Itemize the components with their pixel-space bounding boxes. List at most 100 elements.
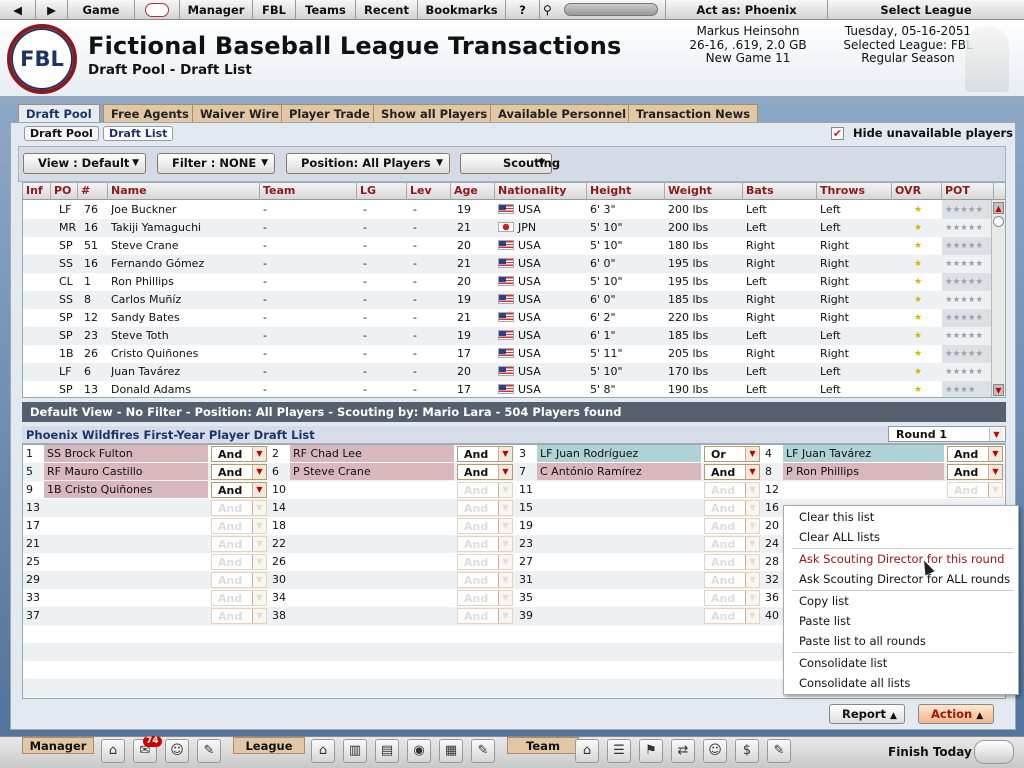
table-row[interactable]: SP 23 Steve Toth - - - 19 USA 6' 1" 185 lbs Left Le… xyxy=(23,327,993,345)
and-or-dropdown[interactable]: And ▼ xyxy=(704,572,760,588)
column-header[interactable]: Weight xyxy=(665,183,743,200)
table-row[interactable]: SS 16 Fernando Gómez - - - 21 USA 6' 0" 195 lbs Ri… xyxy=(23,255,993,273)
and-or-dropdown[interactable]: And ▼ xyxy=(457,608,513,624)
menu-game[interactable]: Game xyxy=(68,0,135,20)
column-header[interactable]: Throws xyxy=(817,183,892,200)
table-row[interactable]: LF 76 Joe Buckner - - - 19 USA 6' 3" 200 lbs Left L… xyxy=(23,201,993,219)
and-or-dropdown[interactable]: Or ▼ xyxy=(704,446,760,462)
and-or-dropdown[interactable]: And ▼ xyxy=(457,518,513,534)
league-home-icon[interactable]: ⌂ xyxy=(311,739,335,763)
and-or-dropdown[interactable]: And ▼ xyxy=(457,590,513,606)
manager-info[interactable]: Markus Heinsohn 26-16, .619, 2.0 GB New … xyxy=(673,24,823,66)
menu-item-copy-list[interactable]: Copy list xyxy=(799,594,849,608)
position-dropdown[interactable]: Position: All Players ▼ xyxy=(286,153,450,174)
and-or-dropdown[interactable]: And ▼ xyxy=(457,572,513,588)
draft-slot[interactable]: 27 And ▼ xyxy=(516,553,762,571)
draft-slot-player[interactable]: 1B Cristo Quiñones xyxy=(44,481,208,498)
filter-dropdown[interactable]: Filter : NONE ▼ xyxy=(157,153,275,174)
column-header[interactable]: Team xyxy=(260,183,357,200)
draft-slot-player[interactable]: P Steve Crane xyxy=(290,463,454,480)
draft-slot[interactable]: 26 And ▼ xyxy=(269,553,515,571)
report-button[interactable]: Report ▲ xyxy=(829,704,905,724)
depth-chart-icon[interactable]: ⚑ xyxy=(639,739,663,763)
draft-slot[interactable]: 9 1B Cristo Quiñones And ▼ xyxy=(23,481,269,499)
and-or-dropdown[interactable]: And ▼ xyxy=(704,500,760,516)
and-or-dropdown[interactable]: And ▼ xyxy=(211,482,267,498)
and-or-dropdown[interactable]: And ▼ xyxy=(947,464,1003,480)
tools-icon[interactable]: ✎ xyxy=(471,739,495,763)
column-header[interactable]: # xyxy=(78,183,108,200)
hide-unavailable-checkbox[interactable]: ✔ xyxy=(831,127,844,140)
draft-slot[interactable]: 22 And ▼ xyxy=(269,535,515,553)
table-scrollbar[interactable]: ▲ ▼ xyxy=(991,200,1005,397)
draft-slot[interactable]: 11 And ▼ xyxy=(516,481,762,499)
table-row[interactable]: SP 51 Steve Crane - - - 20 USA 5' 10" 180 lbs Righ… xyxy=(23,237,993,255)
menu-fbl[interactable]: FBL xyxy=(253,0,296,20)
draft-slot-player[interactable]: LF Juan Rodríguez xyxy=(537,445,701,462)
round-dropdown[interactable]: Round 1 ▼ xyxy=(888,426,1006,442)
menu-item-clear-list[interactable]: Clear this list xyxy=(799,510,874,524)
menu-bookmarks[interactable]: Bookmarks xyxy=(418,0,506,20)
column-header[interactable]: Height xyxy=(587,183,665,200)
team-home-icon[interactable]: ⌂ xyxy=(575,739,599,763)
scroll-down-icon[interactable]: ▼ xyxy=(993,384,1004,396)
baseball-icon[interactable]: ◉ xyxy=(407,739,431,763)
draft-slot[interactable]: 18 And ▼ xyxy=(269,517,515,535)
and-or-dropdown[interactable]: And ▼ xyxy=(211,500,267,516)
draft-slot[interactable]: 23 And ▼ xyxy=(516,535,762,553)
and-or-dropdown[interactable]: And ▼ xyxy=(211,590,267,606)
menu-manager[interactable]: Manager xyxy=(180,0,253,20)
table-row[interactable]: CL 1 Ron Phillips - - - 20 USA 5' 10" 195 lbs Left… xyxy=(23,273,993,291)
column-header[interactable]: Name xyxy=(108,183,260,200)
draft-slot-player[interactable]: C António Ramírez xyxy=(537,463,701,480)
draft-slot[interactable]: 2 RF Chad Lee And ▼ xyxy=(269,445,515,463)
draft-slot[interactable]: 33 And ▼ xyxy=(23,589,269,607)
transactions-icon[interactable]: ⇄ xyxy=(671,739,695,763)
tab-free-agents[interactable]: Free Agents xyxy=(103,104,197,124)
menu-item-paste-list[interactable]: Paste list xyxy=(799,614,851,628)
column-header[interactable]: Nationality xyxy=(495,183,587,200)
and-or-dropdown[interactable]: And ▼ xyxy=(211,572,267,588)
menu-item-ask-director-round[interactable]: Ask Scouting Director for this round xyxy=(799,552,1004,566)
menu-item-clear-all-lists[interactable]: Clear ALL lists xyxy=(799,530,880,544)
draft-slot[interactable]: 29 And ▼ xyxy=(23,571,269,589)
draft-slot[interactable]: 31 And ▼ xyxy=(516,571,762,589)
view-dropdown[interactable]: View : Default ▼ xyxy=(23,153,146,174)
draft-slot-player[interactable]: RF Chad Lee xyxy=(290,445,454,462)
tools-icon[interactable]: ✎ xyxy=(767,739,791,763)
draft-slot-player[interactable]: LF Juan Taváre​z xyxy=(783,445,944,462)
manager-home-icon[interactable]: ⌂ xyxy=(101,739,125,763)
menu-item-consolidate-all[interactable]: Consolidate all lists xyxy=(799,676,910,690)
roster-icon[interactable]: ☰ xyxy=(607,739,631,763)
menu-item-consolidate-list[interactable]: Consolidate list xyxy=(799,656,887,670)
draft-slot[interactable]: 19 And ▼ xyxy=(516,517,762,535)
and-or-dropdown[interactable]: And ▼ xyxy=(704,536,760,552)
menu-teams[interactable]: Teams xyxy=(296,0,356,20)
scouting-dropdown[interactable]: Scouting ▼ xyxy=(460,153,560,174)
news-icon[interactable]: ▤ xyxy=(375,739,399,763)
column-header[interactable]: POT xyxy=(942,183,994,200)
draft-slot[interactable]: 6 P Steve Crane And ▼ xyxy=(269,463,515,481)
select-league-menu[interactable]: Select League xyxy=(828,0,1024,20)
tab-waiver-wire[interactable]: Waiver Wire xyxy=(192,104,288,124)
and-or-dropdown[interactable]: And ▼ xyxy=(704,518,760,534)
and-or-dropdown[interactable]: And ▼ xyxy=(211,608,267,624)
draft-slot[interactable]: 15 And ▼ xyxy=(516,499,762,517)
draft-slot-player[interactable]: P Ron Phillips xyxy=(783,463,944,480)
and-or-dropdown[interactable]: And ▼ xyxy=(211,536,267,552)
menu-recent[interactable]: Recent xyxy=(356,0,418,20)
and-or-dropdown[interactable]: And ▼ xyxy=(457,446,513,462)
table-row[interactable]: SS 8 Carlos Muñíz - - - 19 USA 6' 0" 185 lbs Right… xyxy=(23,291,993,309)
finances-icon[interactable]: $ xyxy=(735,739,759,763)
draft-slot[interactable]: 37 And ▼ xyxy=(23,607,269,625)
draft-slot[interactable]: 12 And ▼ xyxy=(762,481,1005,499)
and-or-dropdown[interactable]: And ▼ xyxy=(947,446,1003,462)
draft-slot[interactable]: 7 C António Ramírez And ▼ xyxy=(516,463,762,481)
table-row[interactable]: SP 13 Donald Adams - - - 17 USA 5' 8" 190 lbs Left… xyxy=(23,381,993,397)
column-header[interactable]: Lev xyxy=(407,183,451,200)
search-box[interactable]: ⚲ xyxy=(540,0,666,20)
draft-slot[interactable]: 17 And ▼ xyxy=(23,517,269,535)
and-or-dropdown[interactable]: And ▼ xyxy=(704,554,760,570)
tab-transaction-news[interactable]: Transaction News xyxy=(628,104,759,124)
column-header[interactable]: LG xyxy=(357,183,407,200)
